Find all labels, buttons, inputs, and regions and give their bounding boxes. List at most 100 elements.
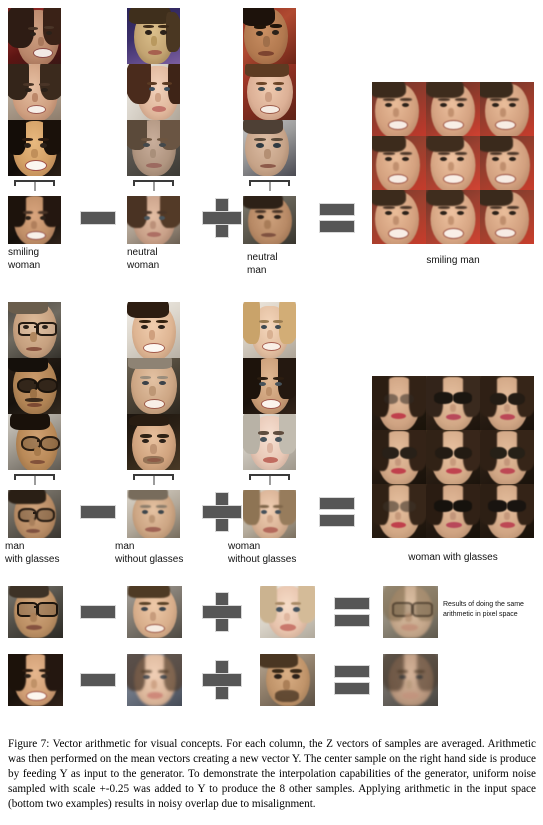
operator-plus-r4: [203, 661, 241, 699]
label-r2-result: woman with glasses: [408, 552, 498, 563]
sunglasses-r2-3: [490, 393, 507, 405]
pixel-face-r4-c1: [8, 654, 63, 706]
sample-face-r2c2-2: [127, 358, 180, 414]
sunglasses-r2-2b: [453, 392, 472, 404]
operator-equals-r2: [320, 498, 354, 526]
result-grid-r2: [372, 376, 534, 538]
brace-r1c1: [14, 180, 55, 192]
brace-r1c2: [133, 180, 174, 192]
label-r1-result: smiling man: [426, 255, 480, 266]
mean-face-r2c2: [127, 490, 180, 538]
result-grid-r1: [372, 82, 534, 244]
result-face-r1-2: [426, 82, 480, 136]
sunglasses-r2-5: [435, 447, 453, 459]
sample-face-r2c2-1: [127, 302, 180, 358]
operator-minus-r4: [81, 674, 115, 686]
pixel-result-r3: [383, 586, 438, 638]
result-face-r1-8: [426, 190, 480, 244]
operator-plus-r3: [203, 593, 241, 631]
sunglasses-r2-3b: [508, 393, 525, 405]
annotation-pixel-space: Results of doing the same arithmetic in …: [443, 601, 524, 618]
operator-plus-r2: [203, 493, 241, 531]
sample-face-r2c1-3: [8, 414, 61, 470]
sunglasses-r2-2: [434, 392, 453, 404]
sample-face-r2c3-2: [243, 358, 296, 414]
brace-r2c2: [133, 474, 174, 486]
sample-face-r1c1-3: [8, 120, 61, 176]
result-face-r1-4: [372, 136, 426, 190]
result-face-r2-8: [426, 484, 480, 538]
sample-face-r1c3-1: [243, 8, 296, 64]
sample-face-r2c3-1: [243, 302, 296, 358]
label-r2c3: woman without glasses: [228, 541, 297, 565]
sample-face-r1c2-2: [127, 64, 180, 120]
sunglasses-r2-8: [434, 500, 453, 512]
brace-r1c3: [249, 180, 290, 192]
label-r1c3: neutral man: [247, 252, 278, 276]
result-face-r1-3: [480, 82, 534, 136]
eyeglasses-pixel-r3b: [37, 602, 58, 617]
brace-r2c3: [249, 474, 290, 486]
result-face-r1-6: [480, 136, 534, 190]
result-face-r2-4: [372, 430, 426, 484]
result-face-r2-5: [426, 430, 480, 484]
sunglasses-r2-7: [383, 501, 399, 512]
sunglasses-r2-6: [490, 447, 507, 459]
result-face-r2-3: [480, 376, 534, 430]
sunglasses-r2-5b: [454, 447, 472, 459]
sunglasses-r2c1-2b: [37, 378, 58, 393]
sample-face-r2c2-3: [127, 414, 180, 470]
pixel-face-r4-c2: [127, 654, 182, 706]
figure-caption: Figure 7: Vector arithmetic for visual c…: [8, 738, 536, 811]
label-r2c1: man with glasses: [5, 541, 60, 565]
result-face-r2-1: [372, 376, 426, 430]
operator-minus-r1-1: [81, 212, 115, 224]
sunglasses-r2-4b: [400, 447, 417, 459]
operator-minus-r2: [81, 506, 115, 518]
mean-face-r1c3: [243, 196, 296, 244]
sample-face-r1c2-1: [127, 8, 180, 64]
operator-minus-r3: [81, 606, 115, 618]
sample-face-r1c1-1: [8, 8, 61, 64]
eyeglasses-pixel-result-r3b: [412, 602, 433, 617]
sunglasses-r2-6b: [508, 447, 525, 459]
sample-face-r2c1-2: [8, 358, 61, 414]
sample-face-r1c3-3: [243, 120, 296, 176]
operator-equals-r3: [335, 598, 369, 626]
sample-face-r2c3-3: [243, 414, 296, 470]
result-face-r2-7: [372, 484, 426, 538]
sample-face-r1c3-2: [243, 64, 296, 120]
result-face-r1-7: [372, 190, 426, 244]
pixel-face-r3-c3: [260, 586, 315, 638]
eyeglasses-mean-r2c1b: [36, 508, 55, 522]
mean-face-r1c1: [8, 196, 61, 244]
eyeglasses-r2c1-1b: [37, 322, 57, 336]
operator-plus-r1: [203, 199, 241, 237]
mean-face-r2c3: [243, 490, 296, 538]
result-face-r1-9: [480, 190, 534, 244]
label-r1c1: smiling woman: [8, 247, 41, 271]
brace-r2c1: [14, 474, 55, 486]
result-face-r2-2: [426, 376, 480, 430]
sunglasses-r2-8b: [453, 500, 472, 512]
label-r2c2: man without glasses: [115, 541, 184, 565]
result-face-r2-9: [480, 484, 534, 538]
sunglasses-r2-9: [488, 500, 507, 512]
sample-face-r2c1-1: [8, 302, 61, 358]
sunglasses-r2-9b: [507, 500, 526, 512]
mean-face-r1c2: [127, 196, 180, 244]
mean-face-r2c1: [8, 490, 61, 538]
result-face-r1-5: [426, 136, 480, 190]
sunglasses-r2-7b: [400, 501, 416, 512]
eyeglasses-r2c1-3b: [40, 436, 60, 451]
operator-equals-r4: [335, 666, 369, 694]
result-face-r1-1: [372, 82, 426, 136]
pixel-face-r3-c1: [8, 586, 63, 638]
pixel-result-r4: [383, 654, 438, 706]
pixel-face-r3-c2: [127, 586, 182, 638]
result-face-r2-6: [480, 430, 534, 484]
operator-equals-r1: [320, 204, 354, 232]
sunglasses-r2-1b: [400, 394, 414, 404]
label-r1c2: neutral woman: [127, 247, 160, 271]
sample-face-r1c1-2: [8, 64, 61, 120]
